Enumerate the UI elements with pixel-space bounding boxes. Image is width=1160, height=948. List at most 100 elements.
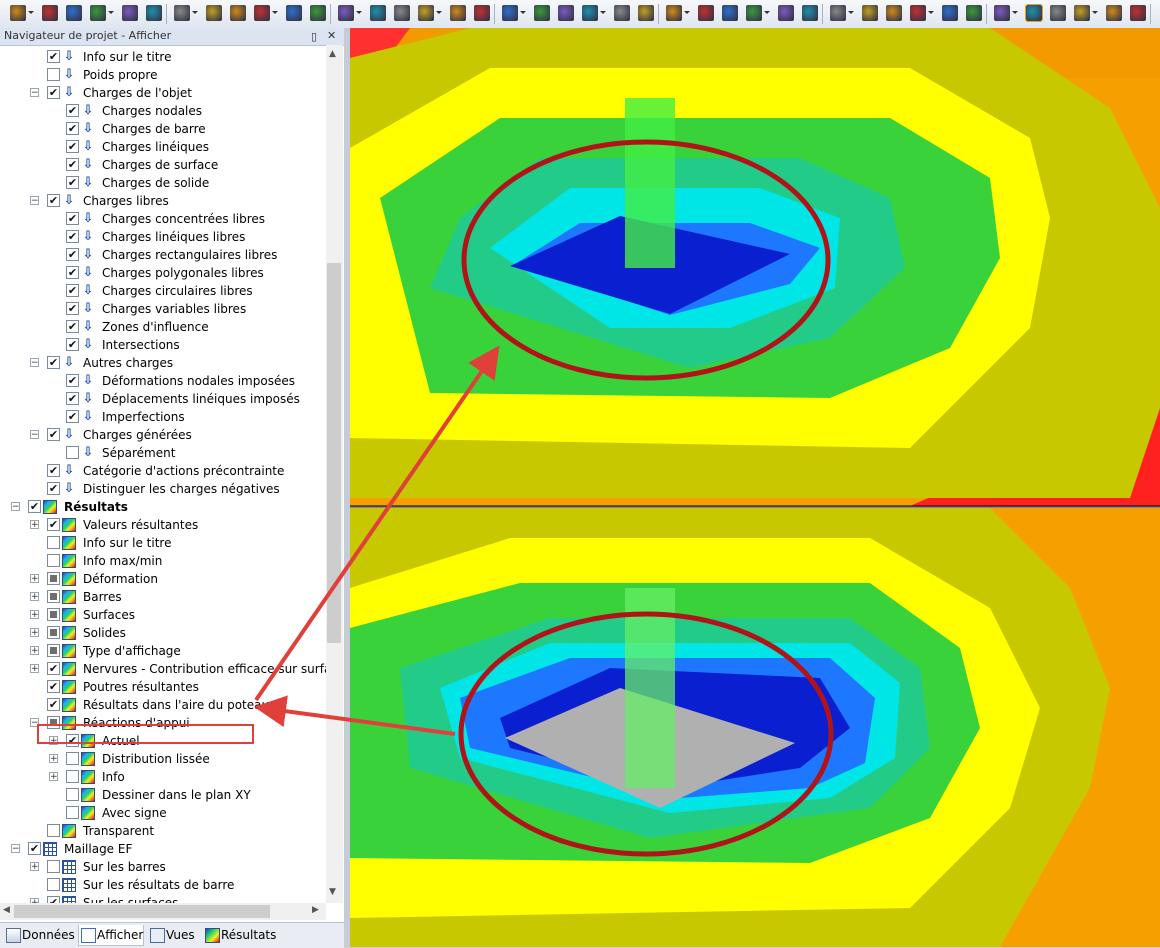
checkbox[interactable] xyxy=(47,824,60,837)
checkbox[interactable]: ✔ xyxy=(66,284,79,297)
tree-item[interactable]: − ✔ ⇩ Charges libres xyxy=(0,192,326,210)
tree-item[interactable]: ✔ ⇩ Charges de solide xyxy=(0,174,326,192)
tree-item[interactable]: + ✔ Sur les surfaces xyxy=(0,894,326,903)
tab-donnees[interactable]: Données xyxy=(4,925,75,945)
toolbar-button[interactable] xyxy=(10,5,34,21)
collapse-icon[interactable]: − xyxy=(11,502,20,512)
toolbar-button[interactable] xyxy=(418,5,442,21)
toolbar-button[interactable] xyxy=(534,5,550,21)
tree-item[interactable]: − ✔ ⇩ Autres charges xyxy=(0,354,326,372)
toolbar-button[interactable] xyxy=(746,5,770,21)
toolbar-button[interactable] xyxy=(994,5,1018,21)
toolbar-button[interactable] xyxy=(206,5,222,21)
expand-icon[interactable]: + xyxy=(30,862,39,872)
checkbox[interactable]: ✔ xyxy=(28,842,41,855)
toolbar-button[interactable] xyxy=(370,5,386,21)
vertical-scrollbar[interactable]: ▲ ▼ xyxy=(326,45,343,903)
dropdown-icon[interactable] xyxy=(928,11,934,14)
tab-resultats[interactable]: Résultats xyxy=(203,925,276,945)
toolbar-button[interactable] xyxy=(638,5,654,21)
collapse-icon[interactable]: − xyxy=(30,196,39,206)
dropdown-icon[interactable] xyxy=(192,11,198,14)
toolbar-button[interactable] xyxy=(42,5,58,21)
dropdown-icon[interactable] xyxy=(1092,11,1098,14)
checkbox[interactable]: ✔ xyxy=(66,176,79,189)
tree-item[interactable]: Sur les résultats de barre xyxy=(0,876,326,894)
scroll-down-icon[interactable]: ▼ xyxy=(329,887,336,897)
checkbox[interactable]: ✔ xyxy=(47,464,60,477)
checkbox[interactable]: ✔ xyxy=(66,230,79,243)
collapse-icon[interactable]: − xyxy=(30,88,39,98)
toolbar-button[interactable] xyxy=(698,5,714,21)
toolbar-button[interactable] xyxy=(1074,5,1098,21)
tree-item[interactable]: − ✔ ⇩ Charges de l'objet xyxy=(0,84,326,102)
scroll-thumb-horizontal[interactable] xyxy=(14,905,270,918)
checkbox[interactable] xyxy=(47,572,60,585)
dropdown-icon[interactable] xyxy=(684,11,690,14)
toolbar-button[interactable] xyxy=(862,5,878,21)
tree-item[interactable]: ⇩ Séparément xyxy=(0,444,326,462)
dropdown-icon[interactable] xyxy=(28,11,34,14)
toolbar-button[interactable] xyxy=(558,5,574,21)
tree-item[interactable]: − ✔ Maillage EF xyxy=(0,840,326,858)
tree-item[interactable]: ⇩ Poids propre xyxy=(0,66,326,84)
toolbar-button[interactable] xyxy=(174,5,198,21)
tree-item[interactable]: ✔ ⇩ Zones d'influence xyxy=(0,318,326,336)
expand-icon[interactable]: + xyxy=(30,646,39,656)
collapse-icon[interactable]: − xyxy=(30,358,39,368)
checkbox[interactable]: ✔ xyxy=(66,212,79,225)
toolbar-button[interactable] xyxy=(474,5,490,21)
expand-icon[interactable]: + xyxy=(30,520,39,530)
dropdown-icon[interactable] xyxy=(600,11,606,14)
toolbar-button[interactable] xyxy=(146,5,162,21)
checkbox[interactable]: ✔ xyxy=(66,122,79,135)
tree-item[interactable]: ✔ ⇩ Info sur le titre xyxy=(0,48,326,66)
checkbox[interactable]: ✔ xyxy=(47,428,60,441)
tree-item[interactable]: ✔ ⇩ Charges linéiques xyxy=(0,138,326,156)
toolbar-button[interactable] xyxy=(66,5,82,21)
tree-item[interactable]: Info max/min xyxy=(0,552,326,570)
toolbar-button[interactable] xyxy=(286,5,302,21)
close-icon[interactable]: ✕ xyxy=(327,29,336,42)
toolbar-button[interactable] xyxy=(122,5,138,21)
checkbox[interactable] xyxy=(47,878,60,891)
tree-item[interactable]: Info sur le titre xyxy=(0,534,326,552)
checkbox[interactable]: ✔ xyxy=(66,140,79,153)
tree-item[interactable]: ✔ Résultats dans l'aire du poteau xyxy=(0,696,326,714)
tree-item[interactable]: + Type d'affichage xyxy=(0,642,326,660)
dropdown-icon[interactable] xyxy=(1012,11,1018,14)
checkbox[interactable] xyxy=(47,860,60,873)
dropdown-icon[interactable] xyxy=(436,11,442,14)
tree-item[interactable]: ✔ ⇩ Distinguer les charges négatives xyxy=(0,480,326,498)
tab-vues[interactable]: Vues xyxy=(148,925,195,945)
tree-item[interactable]: + Info xyxy=(0,768,326,786)
checkbox[interactable]: ✔ xyxy=(66,302,79,315)
checkbox[interactable] xyxy=(47,644,60,657)
checkbox[interactable]: ✔ xyxy=(47,482,60,495)
tab-afficher[interactable]: Afficher xyxy=(78,925,145,946)
toolbar-button[interactable] xyxy=(230,5,246,21)
checkbox[interactable]: ✔ xyxy=(66,158,79,171)
scroll-up-icon[interactable]: ▲ xyxy=(329,49,336,59)
dropdown-icon[interactable] xyxy=(108,11,114,14)
checkbox[interactable]: ✔ xyxy=(47,662,60,675)
checkbox[interactable]: ✔ xyxy=(47,680,60,693)
tree-item[interactable]: ✔ ⇩ Charges polygonales libres xyxy=(0,264,326,282)
checkbox[interactable]: ✔ xyxy=(47,86,60,99)
checkbox[interactable]: ✔ xyxy=(47,50,60,63)
tree-item[interactable]: Avec signe xyxy=(0,804,326,822)
tree-item[interactable]: ✔ ⇩ Charges variables libres xyxy=(0,300,326,318)
checkbox[interactable]: ✔ xyxy=(66,104,79,117)
expand-icon[interactable]: + xyxy=(49,772,58,782)
tree-item[interactable]: ✔ ⇩ Charges rectangulaires libres xyxy=(0,246,326,264)
checkbox[interactable]: ✔ xyxy=(66,410,79,423)
checkbox[interactable] xyxy=(47,554,60,567)
tree-item[interactable]: ✔ ⇩ Charges linéiques libres xyxy=(0,228,326,246)
checkbox[interactable]: ✔ xyxy=(47,518,60,531)
tree-item[interactable]: − ✔ ⇩ Charges générées xyxy=(0,426,326,444)
checkbox[interactable]: ✔ xyxy=(47,194,60,207)
horizontal-scrollbar[interactable]: ◀ ▶ xyxy=(0,903,326,920)
checkbox[interactable] xyxy=(47,608,60,621)
tree-item[interactable]: ✔ ⇩ Charges de barre xyxy=(0,120,326,138)
toolbar-button[interactable] xyxy=(778,5,794,21)
